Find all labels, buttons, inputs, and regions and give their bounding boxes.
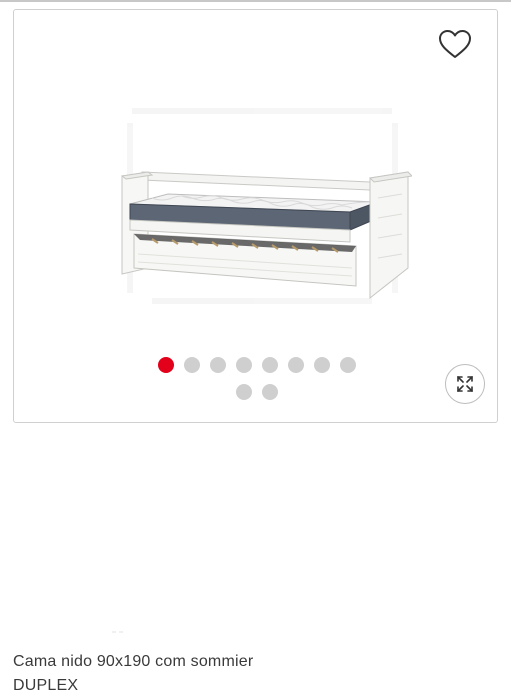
product-title: Cama nido 90x190 com sommier DUPLEX [13,650,493,698]
carousel-dot-4[interactable] [235,357,252,373]
divider-dots [112,620,134,633]
carousel-dot-7[interactable] [313,357,330,373]
product-image[interactable] [112,98,412,338]
carousel-dot-2[interactable] [183,357,200,373]
wishlist-button[interactable] [437,26,473,62]
carousel-dot-6[interactable] [287,357,304,373]
heart-outline-icon [439,30,471,58]
product-title-line-1: Cama nido 90x190 com sommier [13,653,254,670]
carousel-dot-5[interactable] [261,357,278,373]
carousel-dot-9[interactable] [235,384,252,400]
product-gallery [13,9,498,423]
fullscreen-button[interactable] [445,364,485,404]
expand-arrows-icon [457,376,473,392]
carousel-dots [154,357,359,400]
carousel-dot-3[interactable] [209,357,226,373]
top-divider [0,0,511,2]
carousel-dot-8[interactable] [339,357,356,373]
carousel-dot-1[interactable] [157,357,174,373]
carousel-dot-10[interactable] [261,384,278,400]
product-title-line-2: DUPLEX [13,677,79,694]
